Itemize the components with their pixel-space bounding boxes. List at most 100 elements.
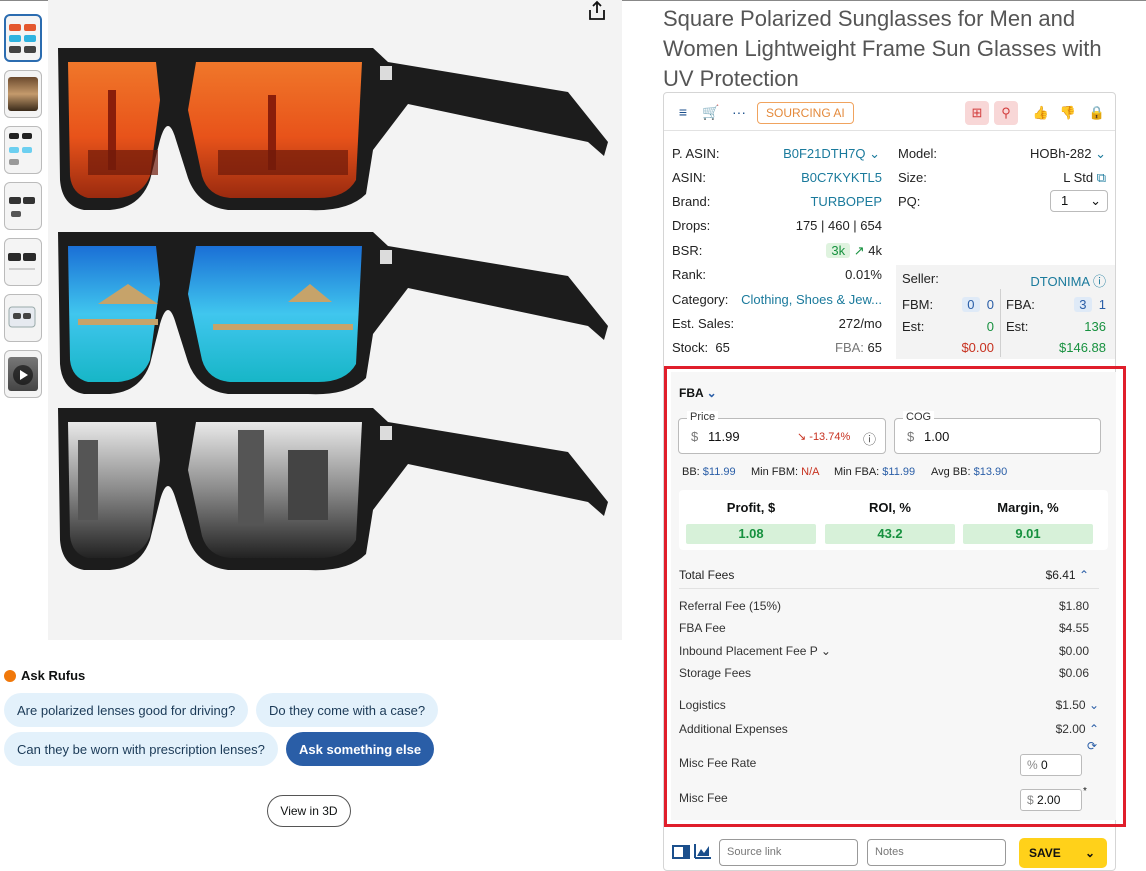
est-sales-label: Est. Sales: <box>672 316 735 331</box>
fba-label: FBA: <box>1006 297 1035 312</box>
thumbnail-image <box>9 133 32 165</box>
fbm-label: FBM: <box>902 297 934 312</box>
edit-icon[interactable]: ⧉ <box>1097 170 1106 185</box>
model-label: Model: <box>898 146 938 161</box>
rufus-chip-prescription[interactable]: Can they be worn with prescription lense… <box>4 732 278 766</box>
seller-label: Seller: <box>902 271 939 286</box>
notes-input[interactable]: Notes <box>867 839 1006 866</box>
thumbnail-image <box>9 24 36 53</box>
thumbnail-4[interactable] <box>4 182 42 230</box>
brand-label: Brand: <box>672 194 711 209</box>
fba-count-b: 1 <box>1098 297 1106 312</box>
list-search-icon[interactable]: ≡ <box>674 103 692 121</box>
model-text: HOBh-282 <box>1030 146 1092 161</box>
panel-toolbar: ≡ 🛒 ··· SOURCING AI ⊞ ⚲ 👍 👎 🔒 <box>664 93 1115 131</box>
product-title: Square Polarized Sunglasses for Men and … <box>663 6 1102 91</box>
sunglasses-image <box>48 0 622 640</box>
fba-est-label: Est: <box>1006 319 1029 334</box>
bsr-label: BSR: <box>672 243 703 258</box>
share-icon[interactable] <box>586 0 608 22</box>
drops-label: Drops: <box>672 218 711 233</box>
fba-money: $146.88 <box>1059 340 1106 355</box>
trend-up-icon: ↗ <box>853 243 865 258</box>
size-value: L Std ⧉ <box>984 170 1106 186</box>
thumbnail-3[interactable] <box>4 126 42 174</box>
thumbnail-5[interactable] <box>4 238 42 286</box>
rufus-chip-ask-something-else[interactable]: Ask something else <box>286 732 435 766</box>
seller-value[interactable]: DTONIMA ⓘ <box>994 271 1106 290</box>
fbm-count-b: 0 <box>986 297 994 312</box>
pin-icon[interactable]: ⚲ <box>994 101 1018 125</box>
thumbnail-image <box>8 77 38 111</box>
rufus-chip-driving[interactable]: Are polarized lenses good for driving? <box>4 693 249 727</box>
stock-line: Stock: 65 <box>672 340 730 355</box>
fbm-count-a: 0 <box>962 297 980 312</box>
rufus-section: Ask Rufus <box>4 668 85 683</box>
sidebar-toggle-icon[interactable] <box>672 845 690 859</box>
est-sales-value: 272/mo <box>838 316 882 331</box>
rank-value: 0.01% <box>845 267 882 282</box>
bsr-value: 3k ↗ 4k <box>774 243 882 259</box>
bsr-other: 4k <box>868 243 882 258</box>
pq-value: 1 <box>1061 193 1069 208</box>
fbm-est-label: Est: <box>902 319 925 334</box>
p-asin-label: P. ASIN: <box>672 146 720 161</box>
size-label: Size: <box>898 170 927 185</box>
thumbnail-2[interactable] <box>4 70 42 118</box>
category-label: Category: <box>672 292 729 307</box>
highlight-box <box>664 366 1126 827</box>
lock-icon[interactable]: 🔒 <box>1085 101 1109 125</box>
product-main-image[interactable] <box>48 0 622 640</box>
rank-label: Rank: <box>672 267 706 282</box>
fba-est-value: 136 <box>1084 319 1106 334</box>
thumbnail-6[interactable] <box>4 294 42 342</box>
chart-icon[interactable] <box>694 843 712 859</box>
asin-label: ASIN: <box>672 170 706 185</box>
rufus-header: Ask Rufus <box>4 668 85 683</box>
save-label: SAVE <box>1029 846 1061 860</box>
fbm-est-value: 0 <box>986 319 994 334</box>
fba-count-a: 3 <box>1074 297 1092 312</box>
more-icon[interactable]: ··· <box>730 103 748 121</box>
fba-counts: 3 1 <box>1044 297 1106 312</box>
thumbnail-1[interactable] <box>4 14 42 62</box>
rufus-chip-case[interactable]: Do they come with a case? <box>256 693 439 727</box>
stock-label: Stock: <box>672 340 709 355</box>
drops-value: 175 | 460 | 654 <box>795 218 882 233</box>
source-link-input[interactable]: Source link <box>719 839 858 866</box>
p-asin-text: B0F21DTH7Q <box>783 146 866 161</box>
rufus-icon <box>4 669 16 682</box>
save-button[interactable]: SAVE ⌄ <box>1019 838 1107 868</box>
info-icon: ⓘ <box>1092 274 1106 289</box>
thumbnail-strip <box>4 14 42 406</box>
play-icon <box>13 365 33 385</box>
thumbs-down-icon[interactable]: 👎 <box>1056 101 1080 125</box>
fba-stock-value: 65 <box>867 340 882 355</box>
hierarchy-icon[interactable]: ⊞ <box>965 101 989 125</box>
bottom-bar: Source link Notes SAVE ⌄ <box>663 836 1116 871</box>
fbm-counts: 0 0 <box>934 297 994 312</box>
p-asin-value[interactable]: B0F21DTH7Q ⌄ <box>774 146 880 162</box>
thumbnail-video[interactable] <box>4 350 42 398</box>
thumbnail-image <box>9 197 35 217</box>
fbm-money: $0.00 <box>961 340 994 355</box>
sourcing-ai-button[interactable]: SOURCING AI <box>757 102 854 124</box>
model-value[interactable]: HOBh-282 ⌄ <box>984 146 1106 162</box>
stock-value: 65 <box>715 340 730 355</box>
thumbnail-image <box>8 253 36 270</box>
pq-select[interactable]: 1 ⌄ <box>1050 190 1108 212</box>
chevron-down-icon: ⌄ <box>1084 846 1095 860</box>
seller-divider <box>1000 289 1001 357</box>
seller-name: DTONIMA <box>1030 274 1090 289</box>
bsr-current: 3k <box>826 243 851 258</box>
fba-stock-label: FBA: <box>835 340 864 355</box>
rufus-title: Ask Rufus <box>21 668 86 683</box>
thumbs-up-icon[interactable]: 👍 <box>1029 101 1053 125</box>
size-text: L Std <box>1063 170 1094 185</box>
view-in-3d-button[interactable]: View in 3D <box>267 795 351 827</box>
category-value[interactable]: Clothing, Shoes & Jew... <box>732 292 882 307</box>
fba-stock-line: FBA: 65 <box>804 340 882 355</box>
brand-value[interactable]: TURBOPEP <box>774 194 882 209</box>
asin-value[interactable]: B0C7KYKTL5 <box>774 170 882 185</box>
cart-icon[interactable]: 🛒 <box>702 103 720 121</box>
